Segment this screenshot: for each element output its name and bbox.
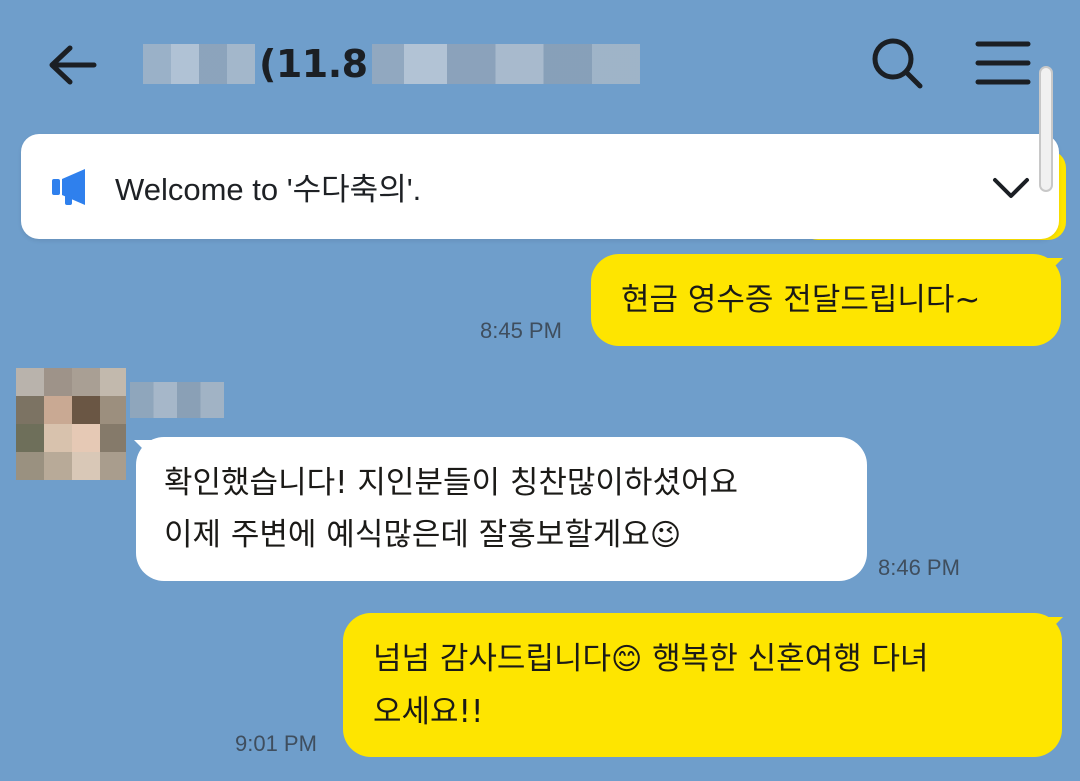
chat-screen: (11.8 Welcome to '수다축의'. 8:45 PM 현금 영수증 … (0, 0, 1080, 781)
message-line: 오세요!! (373, 694, 484, 730)
avatar[interactable] (16, 368, 126, 480)
message-line: 이제 주변에 예식많은데 잘홍보할게요😉 (164, 509, 839, 562)
message-time: 8:45 PM (480, 318, 562, 343)
outgoing-message[interactable]: 현금 영수증 전달드립니다~ (591, 254, 1061, 346)
redacted-name-part (143, 44, 255, 84)
chat-title-text: (11.8 (259, 42, 368, 86)
message-text: 현금 영수증 전달드립니다~ (621, 282, 981, 318)
wink-emoji: 😉 (649, 518, 682, 553)
outgoing-message[interactable]: 넘넘 감사드립니다😊 행복한 신혼여행 다녀 오세요!! (343, 613, 1062, 757)
sender-name-redacted (130, 382, 224, 418)
scrollbar[interactable] (1039, 66, 1053, 192)
message-time: 9:01 PM (235, 731, 317, 756)
message-time: 8:46 PM (878, 555, 960, 580)
arrow-left-icon (49, 45, 97, 85)
chat-header: (11.8 (0, 0, 1080, 125)
smile-emoji: 😊 (611, 642, 643, 677)
menu-button[interactable] (970, 32, 1036, 94)
message-text: 행복한 신혼여행 다녀 (642, 641, 929, 677)
megaphone-icon (52, 168, 85, 205)
chevron-down-icon[interactable] (991, 168, 1031, 208)
notice-banner[interactable]: Welcome to '수다축의'. (21, 134, 1059, 239)
redacted-name-part (371, 44, 640, 84)
chat-title: (11.8 (143, 34, 640, 94)
message-text: 이제 주변에 예식많은데 잘홍보할게요 (164, 517, 650, 553)
message-line: 확인했습니다! 지인분들이 칭찬많이하셨어요 (164, 465, 739, 501)
search-button[interactable] (866, 32, 928, 94)
incoming-message[interactable]: 확인했습니다! 지인분들이 칭찬많이하셨어요 이제 주변에 예식많은데 잘홍보할… (136, 437, 867, 581)
hamburger-menu-icon (975, 41, 1031, 85)
message-line: 넘넘 감사드립니다😊 행복한 신혼여행 다녀 (373, 633, 1032, 686)
notice-text: Welcome to '수다축의'. (115, 172, 422, 207)
search-icon (872, 38, 923, 89)
message-text: 넘넘 감사드립니다 (373, 641, 612, 677)
back-button[interactable] (42, 34, 104, 96)
